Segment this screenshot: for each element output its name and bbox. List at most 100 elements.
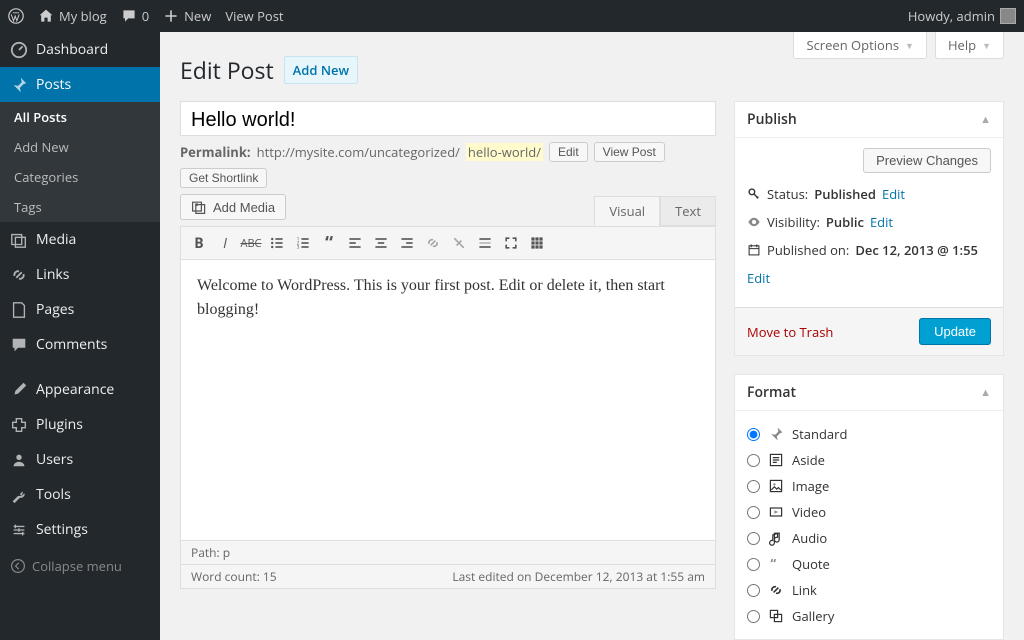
format-option-standard[interactable]: Standard [747, 421, 991, 447]
format-option-image[interactable]: Image [747, 473, 991, 499]
plugin-icon [10, 416, 28, 434]
permalink-base: http://mysite.com/uncategorized/ [257, 143, 460, 161]
collapse-menu[interactable]: Collapse menu [0, 547, 160, 585]
format-heading: Format [747, 383, 796, 402]
menu-posts[interactable]: Posts [0, 67, 160, 102]
bullet-list-button[interactable] [265, 231, 289, 255]
strike-button[interactable]: ABC [239, 231, 263, 255]
link-button[interactable] [421, 231, 445, 255]
format-label: Image [792, 477, 829, 495]
editor-path: Path: p [181, 540, 715, 564]
submenu-tags[interactable]: Tags [0, 192, 160, 222]
bold-button[interactable]: B [187, 231, 211, 255]
last-edited: Last edited on December 12, 2013 at 1:55… [452, 568, 705, 585]
main-content: Screen Options▼ Help▼ Edit Post Add New … [160, 32, 1024, 640]
site-name: My blog [59, 7, 107, 25]
menu-comments[interactable]: Comments [0, 327, 160, 362]
visual-tab[interactable]: Visual [594, 196, 660, 226]
link-icon [768, 582, 784, 598]
gallery-icon [768, 608, 784, 624]
format-radio[interactable] [747, 584, 760, 597]
comments-link[interactable]: 0 [121, 7, 149, 25]
calendar-icon [747, 243, 761, 257]
menu-links[interactable]: Links [0, 257, 160, 292]
new-link[interactable]: New [163, 7, 211, 25]
submenu-categories[interactable]: Categories [0, 162, 160, 192]
format-radio[interactable] [747, 506, 760, 519]
menu-plugins[interactable]: Plugins [0, 407, 160, 442]
format-radio[interactable] [747, 454, 760, 467]
submenu-all-posts[interactable]: All Posts [0, 102, 160, 132]
menu-tools[interactable]: Tools [0, 477, 160, 512]
standard-icon [768, 426, 784, 442]
format-radio[interactable] [747, 532, 760, 545]
edit-status-link[interactable]: Edit [882, 185, 905, 203]
blockquote-button[interactable]: “ [317, 231, 341, 255]
menu-dashboard[interactable]: Dashboard [0, 32, 160, 67]
menu-users[interactable]: Users [0, 442, 160, 477]
submenu-add-new[interactable]: Add New [0, 132, 160, 162]
text-tab[interactable]: Text [660, 196, 716, 226]
page-icon [10, 301, 28, 319]
help-tab[interactable]: Help▼ [935, 32, 1004, 59]
plus-icon [163, 8, 179, 24]
preview-changes-button[interactable]: Preview Changes [863, 148, 991, 173]
media-icon [191, 199, 207, 215]
italic-button[interactable]: I [213, 231, 237, 255]
format-option-aside[interactable]: Aside [747, 447, 991, 473]
menu-appearance[interactable]: Appearance [0, 372, 160, 407]
menu-settings[interactable]: Settings [0, 512, 160, 547]
status-row: Status: Published Edit [747, 185, 991, 203]
align-right-button[interactable] [395, 231, 419, 255]
brush-icon [10, 381, 28, 399]
update-button[interactable]: Update [919, 318, 991, 345]
format-option-gallery[interactable]: Gallery [747, 603, 991, 629]
image-icon [768, 478, 784, 494]
collapse-icon[interactable]: ▲ [980, 385, 991, 400]
chevron-down-icon: ▼ [982, 39, 991, 52]
format-option-link[interactable]: Link [747, 577, 991, 603]
view-post-link[interactable]: View Post [225, 7, 283, 25]
publish-heading: Publish [747, 110, 797, 129]
wordpress-logo[interactable] [8, 8, 24, 24]
align-left-button[interactable] [343, 231, 367, 255]
account-link[interactable]: Howdy, admin [908, 7, 1016, 25]
edit-visibility-link[interactable]: Edit [870, 213, 893, 231]
format-radio[interactable] [747, 610, 760, 623]
edit-permalink-button[interactable]: Edit [549, 142, 588, 162]
video-icon [768, 504, 784, 520]
site-link[interactable]: My blog [38, 7, 107, 25]
menu-media[interactable]: Media [0, 222, 160, 257]
editor-body[interactable]: Welcome to WordPress. This is your first… [181, 260, 715, 540]
eye-icon [747, 215, 761, 229]
menu-pages[interactable]: Pages [0, 292, 160, 327]
format-radio[interactable] [747, 428, 760, 441]
post-title-box [180, 101, 716, 136]
format-option-video[interactable]: Video [747, 499, 991, 525]
wordpress-icon [8, 8, 24, 24]
fullscreen-button[interactable] [499, 231, 523, 255]
add-new-button[interactable]: Add New [284, 56, 358, 84]
format-option-audio[interactable]: Audio [747, 525, 991, 551]
collapse-icon[interactable]: ▲ [980, 112, 991, 127]
add-media-button[interactable]: Add Media [180, 194, 286, 220]
screen-options-tab[interactable]: Screen Options▼ [793, 32, 927, 59]
more-button[interactable] [473, 231, 497, 255]
format-label: Quote [792, 555, 830, 573]
unlink-button[interactable] [447, 231, 471, 255]
get-shortlink-button[interactable]: Get Shortlink [180, 168, 267, 188]
align-center-button[interactable] [369, 231, 393, 255]
word-count: Word count: 15 [191, 568, 277, 585]
kitchen-sink-button[interactable] [525, 231, 549, 255]
edit-date-link[interactable]: Edit [747, 269, 770, 287]
format-radio[interactable] [747, 558, 760, 571]
view-post-button[interactable]: View Post [594, 142, 665, 162]
move-to-trash-link[interactable]: Move to Trash [747, 323, 833, 341]
numbered-list-button[interactable]: 123 [291, 231, 315, 255]
post-title-input[interactable] [191, 109, 705, 132]
format-radio[interactable] [747, 480, 760, 493]
comments-count: 0 [142, 7, 149, 25]
format-option-quote[interactable]: “Quote [747, 551, 991, 577]
aside-icon [768, 452, 784, 468]
format-label: Video [792, 503, 826, 521]
